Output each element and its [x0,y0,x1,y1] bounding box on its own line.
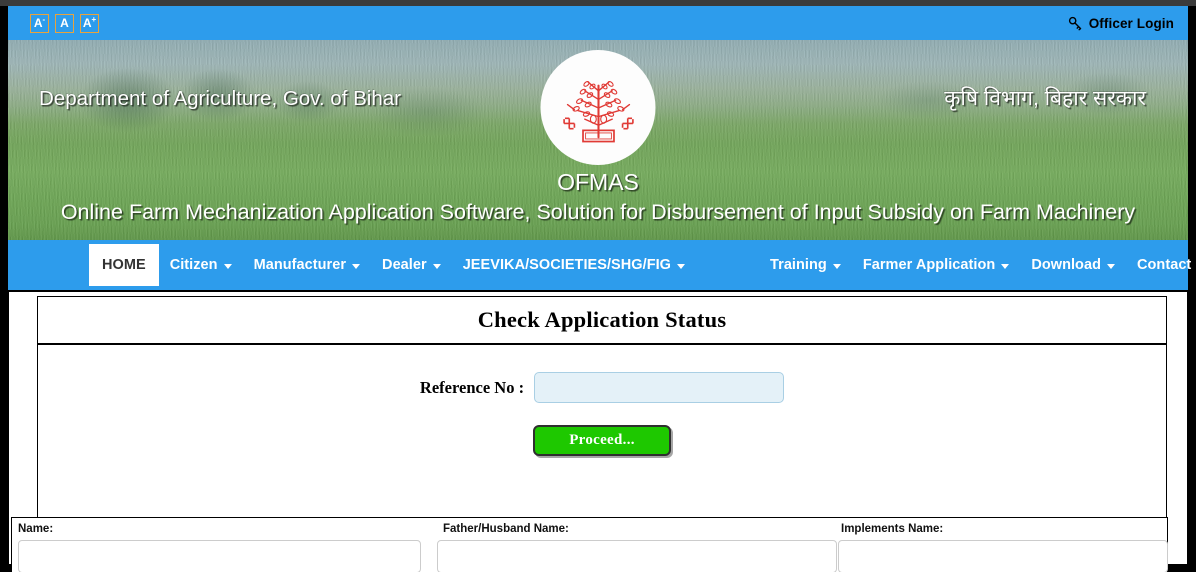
key-icon [1068,16,1081,30]
bihar-government-emblem-logo [540,50,656,165]
panel-header: Check Application Status [38,297,1166,345]
applicant-details-table: Name: Father/Husband Name: Implements Na… [11,517,1168,572]
main-navigation: HOME Citizen Manufacturer Dealer JEEVIKA… [8,240,1196,290]
page-frame: A- A A+ Officer Login Department of Agri… [0,6,1196,572]
normal-font-label: A [60,15,69,30]
font-size-controls: A- A A+ [30,13,99,33]
nav-label-citizen: Citizen [169,257,218,273]
decrease-font-button[interactable]: A- [30,13,49,33]
nav-label-training: Training [770,257,827,273]
chevron-down-icon [432,263,441,269]
decrease-font-label: A [33,15,43,30]
tree-emblem-icon [562,80,634,142]
chevron-down-icon [832,263,841,269]
reference-no-label: Reference No : [419,377,525,397]
nav-label-download: Download [1031,257,1101,273]
name-label: Name: [18,523,54,535]
department-title-hindi: कृषि विभाग, बिहार सरकार [944,87,1146,110]
page-root: A- A A+ Officer Login Department of Agri… [0,0,1196,572]
check-application-status-panel: Check Application Status Reference No : … [11,296,1168,572]
chevron-down-icon [677,263,686,269]
father-husband-name-label: Father/Husband Name: [443,523,569,535]
nav-label-contact-us: Contact Us [1136,257,1196,273]
panel-body: Reference No : Proceed... Name: Father/H… [11,345,1168,572]
nav-item-dealer[interactable]: Dealer [371,240,452,290]
officer-login-label: Officer Login [1088,15,1174,31]
officer-login-link[interactable]: Officer Login [1068,16,1174,31]
nav-label-dealer: Dealer [382,257,427,273]
name-field-cell: Name: [12,518,426,572]
ofmas-acronym: OFMAS [557,169,639,195]
implements-name-field-cell: Implements Name: [832,518,1169,572]
name-input[interactable] [18,540,421,572]
chevron-down-icon [352,263,361,269]
reference-no-input[interactable] [534,372,785,403]
page-title: Check Application Status [477,307,727,332]
nav-label-jeevika: JEEVIKA/SOCIETIES/SHG/FIG [462,257,672,273]
father-husband-name-field-cell: Father/Husband Name: [426,518,837,572]
normal-font-button[interactable]: A [55,13,74,33]
department-title-english: Department of Agriculture, Gov. of Bihar [39,87,401,110]
father-husband-name-input[interactable] [437,540,837,572]
chevron-down-icon [1001,263,1010,269]
decrease-font-sup: - [42,14,46,24]
nav-label-manufacturer: Manufacturer [253,257,347,273]
chevron-down-icon [1106,263,1115,269]
nav-item-download[interactable]: Download [1020,240,1126,290]
nav-label-home: HOME [102,257,146,273]
content-area: Check Application Status Reference No : … [8,291,1188,572]
proceed-row: Proceed... [38,403,1166,456]
increase-font-button[interactable]: A+ [80,13,99,33]
site-banner: Department of Agriculture, Gov. of Bihar… [8,40,1188,240]
nav-item-manufacturer[interactable]: Manufacturer [243,240,371,290]
chevron-down-icon [223,263,232,269]
nav-item-training[interactable]: Training [759,240,852,290]
reference-no-row: Reference No : [38,345,1166,403]
increase-font-label: A [82,15,92,30]
nav-item-citizen[interactable]: Citizen [159,240,243,290]
increase-font-sup: + [91,14,97,24]
ofmas-full-title: Online Farm Mechanization Application So… [60,200,1136,224]
nav-item-contact-us[interactable]: Contact Us [1126,240,1196,290]
implements-name-label: Implements Name: [841,523,944,535]
nav-item-jeevika-societies-shg-fig[interactable]: JEEVIKA/SOCIETIES/SHG/FIG [452,240,759,290]
nav-item-home[interactable]: HOME [89,244,159,286]
nav-item-farmer-application[interactable]: Farmer Application [852,240,1021,290]
proceed-button[interactable]: Proceed... [533,425,671,456]
top-utility-bar: A- A A+ Officer Login [8,6,1188,40]
nav-label-farmer-application: Farmer Application [862,257,996,273]
implements-name-input[interactable] [838,540,1168,572]
